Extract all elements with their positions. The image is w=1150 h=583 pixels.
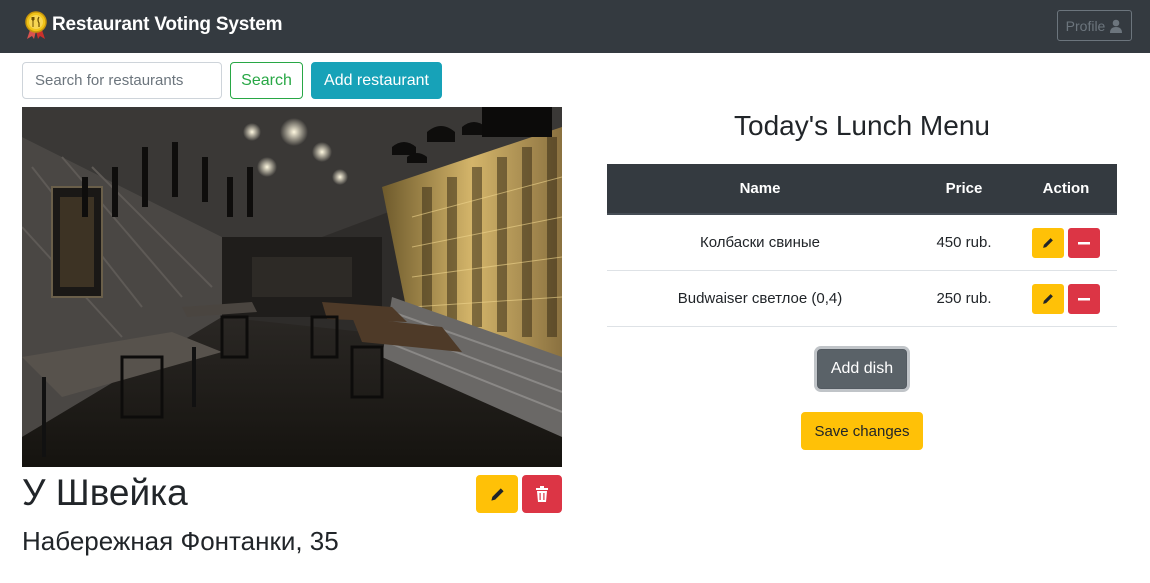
save-changes-button[interactable]: Save changes bbox=[801, 412, 923, 450]
minus-icon bbox=[1078, 297, 1090, 300]
user-icon bbox=[1110, 19, 1123, 33]
table-header: Name Price Action bbox=[607, 164, 1117, 215]
dish-name: Budwaiser светлое (0,4) bbox=[677, 290, 843, 307]
pencil-icon bbox=[1043, 237, 1053, 248]
dish-price: 450 rub. bbox=[936, 234, 992, 251]
brand[interactable]: Restaurant Voting System bbox=[24, 10, 282, 40]
brand-title: Restaurant Voting System bbox=[52, 14, 283, 35]
restaurant-name: У Швейка bbox=[22, 472, 188, 513]
add-dish-button[interactable]: Add dish bbox=[817, 349, 907, 389]
trash-icon bbox=[536, 486, 548, 502]
remove-dish-button[interactable] bbox=[1068, 283, 1100, 314]
column-header-price: Price bbox=[945, 180, 983, 197]
remove-dish-button[interactable] bbox=[1068, 227, 1100, 258]
menu-title: Today's Lunch Menu bbox=[734, 110, 990, 141]
menu-table: Name Price Action Колбаски свиные 450 ru… bbox=[607, 164, 1117, 327]
edit-dish-button[interactable] bbox=[1032, 227, 1064, 258]
edit-restaurant-button[interactable] bbox=[476, 475, 518, 513]
delete-restaurant-button[interactable] bbox=[522, 475, 562, 513]
table-row: Budwaiser светлое (0,4) 250 rub. bbox=[607, 271, 1117, 327]
search-button[interactable]: Search bbox=[230, 62, 303, 99]
minus-icon bbox=[1078, 241, 1090, 244]
pencil-icon bbox=[490, 487, 504, 501]
medal-icon bbox=[25, 11, 47, 39]
search-input[interactable] bbox=[22, 62, 222, 99]
profile-label: Profile bbox=[1065, 17, 1106, 34]
restaurant-address: Набережная Фонтанки, 35 bbox=[22, 526, 339, 556]
dish-price: 250 rub. bbox=[936, 290, 992, 307]
edit-dish-button[interactable] bbox=[1032, 283, 1064, 314]
dish-actions bbox=[1015, 283, 1117, 314]
restaurant-photo bbox=[22, 107, 562, 467]
add-restaurant-button[interactable]: Add restaurant bbox=[311, 62, 442, 99]
pencil-icon bbox=[1043, 293, 1053, 304]
dish-name: Колбаски свиные bbox=[700, 234, 820, 251]
dish-actions bbox=[1015, 227, 1117, 258]
profile-button[interactable]: Profile bbox=[1057, 10, 1132, 41]
column-header-action: Action bbox=[1042, 180, 1090, 197]
column-header-name: Name bbox=[739, 180, 781, 197]
table-row: Колбаски свиные 450 rub. bbox=[607, 215, 1117, 271]
navbar: Restaurant Voting System Profile bbox=[0, 0, 1150, 53]
